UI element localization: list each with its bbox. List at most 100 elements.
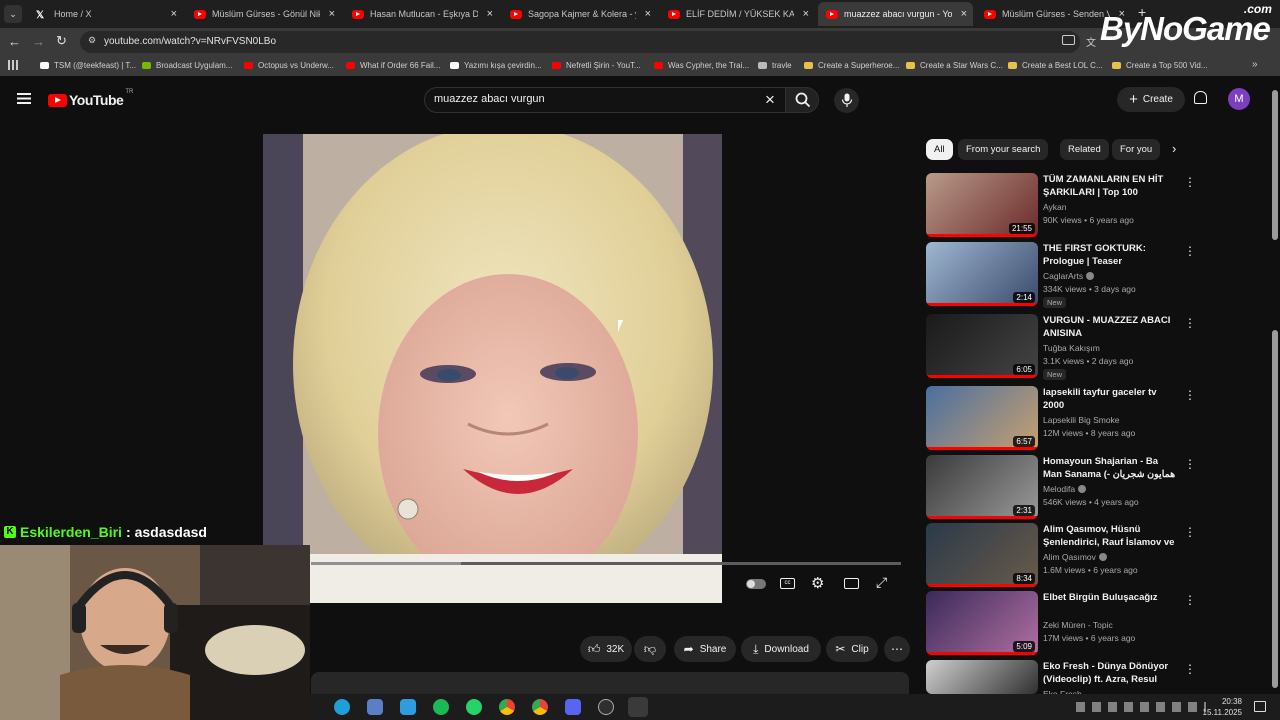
tab-close-icon[interactable]: × [329, 8, 335, 20]
channel-name[interactable]: Melodifa [1043, 484, 1087, 494]
video-frame[interactable] [263, 134, 722, 603]
more-vertical-icon[interactable]: ⋮ [1184, 662, 1196, 676]
video-title[interactable]: Elbet Birgün Buluşacağız [1043, 592, 1179, 605]
more-actions-button[interactable]: ⋯ [884, 636, 910, 662]
bookmarks-overflow-icon[interactable]: » [1252, 59, 1258, 70]
channel-name[interactable]: Zeki Müren - Topic [1043, 620, 1113, 630]
voice-search-button[interactable] [834, 88, 859, 113]
description-box[interactable] [311, 672, 909, 694]
filter-chip[interactable]: Related [1060, 139, 1109, 160]
bookmark-item[interactable]: Was Cypher, the Trai... [654, 61, 749, 70]
bookmark-item[interactable]: Create a Top 500 Vid... [1112, 61, 1208, 70]
browser-tab[interactable]: ELİF DEDİM / YÜKSEK KALİTE S × [660, 2, 815, 26]
browser-tab[interactable]: Müslüm Gürses - Gönül Nikahı × [186, 2, 341, 26]
recommended-video[interactable]: 21:55 TÜM ZAMANLARIN EN HİT ŞARKILARI | T… [926, 173, 1256, 237]
bookmark-item[interactable]: TSM (@teekfeast) | T... [40, 61, 136, 70]
video-thumbnail[interactable]: 2:31 [926, 455, 1038, 519]
video-thumbnail[interactable]: 6:05 [926, 314, 1038, 378]
channel-name[interactable]: Lapsekili Big Smoke [1043, 415, 1120, 425]
bookmark-item[interactable]: Create a Best LOL C... [1008, 61, 1103, 70]
back-icon[interactable]: ← [8, 34, 21, 49]
video-thumbnail[interactable]: 5:09 [926, 591, 1038, 655]
address-bar[interactable]: ⚙ youtube.com/watch?v=NRvFVSN0LBo [80, 31, 1080, 53]
more-vertical-icon[interactable]: ⋮ [1184, 175, 1196, 189]
recommended-video[interactable]: 6:57 lapsekili tayfur gaceler tv 2000 Laps… [926, 386, 1256, 450]
whatsapp-icon[interactable] [466, 699, 482, 715]
video-title[interactable]: Alim Qasımov, Hüsnü Şenlendirici, Rauf İ… [1043, 524, 1179, 549]
more-vertical-icon[interactable]: ⋮ [1184, 457, 1196, 471]
subtitles-icon[interactable]: cc [780, 578, 795, 589]
page-scrollbar[interactable] [1272, 90, 1278, 240]
settings-gear-icon[interactable]: ⚙ [811, 574, 824, 592]
clear-search-icon[interactable]: × [765, 90, 775, 110]
bookmark-item[interactable]: Nefretli Şirin - YouT... [552, 61, 641, 70]
apps-grid-icon[interactable] [8, 60, 18, 70]
recommended-video[interactable]: 8:34 Alim Qasımov, Hüsnü Şenlendirici, Ra… [926, 523, 1256, 587]
video-thumbnail[interactable]: 6:57 [926, 386, 1038, 450]
recommended-video[interactable]: 6:05 VURGUN - MUAZZEZ ABACI ANISINA Tuğba … [926, 314, 1256, 380]
video-thumbnail[interactable]: 21:55 [926, 173, 1038, 237]
video-title[interactable]: lapsekili tayfur gaceler tv 2000 [1043, 387, 1179, 412]
system-clock[interactable]: 20:38 15.11.2025 [1203, 696, 1242, 718]
browser-tab[interactable]: 𝕏 Home / X × [28, 2, 183, 26]
forward-icon[interactable]: → [32, 34, 45, 49]
search-button[interactable] [785, 87, 819, 113]
discord-icon[interactable] [565, 699, 581, 715]
video-title[interactable]: THE FIRST GOKTURK: Prologue | Teaser [1043, 243, 1179, 268]
tab-close-icon[interactable]: × [645, 8, 651, 20]
menu-icon[interactable] [17, 93, 31, 104]
obs-icon[interactable] [598, 699, 614, 715]
notifications-bell-icon[interactable] [1194, 91, 1207, 104]
dislike-button[interactable]: 👎︎ [634, 636, 666, 662]
filter-chip[interactable]: All [926, 139, 953, 160]
video-title[interactable]: TÜM ZAMANLARIN EN HİT ŞARKILARI | Top 10… [1043, 174, 1179, 199]
bookmark-item[interactable]: Yazımı kışa çevirdin... [450, 61, 542, 70]
avatar[interactable]: M [1228, 88, 1250, 110]
notifications-icon[interactable] [1254, 701, 1266, 712]
youtube-logo[interactable]: YouTube TR [48, 89, 133, 108]
clip-button[interactable]: ✂ Clip [826, 636, 878, 662]
chips-next-icon[interactable]: › [1172, 141, 1176, 156]
photos-icon[interactable] [400, 699, 416, 715]
tab-search-button[interactable]: ⌄ [4, 5, 22, 23]
channel-name[interactable]: Alim Qasımov [1043, 552, 1107, 562]
video-thumbnail[interactable]: 8:34 [926, 523, 1038, 587]
like-button[interactable]: 👍︎ 32K [580, 636, 632, 662]
tab-close-icon[interactable]: × [803, 8, 809, 20]
more-vertical-icon[interactable]: ⋮ [1184, 593, 1196, 607]
cast-icon[interactable] [1062, 35, 1075, 45]
tab-close-icon[interactable]: × [487, 8, 493, 20]
file-app-icon[interactable] [367, 699, 383, 715]
chrome-icon[interactable] [499, 699, 515, 715]
more-vertical-icon[interactable]: ⋮ [1184, 244, 1196, 258]
more-vertical-icon[interactable]: ⋮ [1184, 316, 1196, 330]
video-thumbnail[interactable] [926, 660, 1038, 694]
video-title[interactable]: Homayoun Shajarian - Ba Man Sanama (- هم… [1043, 456, 1179, 481]
video-thumbnail[interactable]: 2:14 [926, 242, 1038, 306]
bookmark-item[interactable]: Broadcast Uygulam... [142, 61, 232, 70]
more-vertical-icon[interactable]: ⋮ [1184, 525, 1196, 539]
site-info-icon[interactable]: ⚙ [88, 35, 96, 46]
video-progress-bar[interactable] [311, 562, 901, 565]
tab-close-icon[interactable]: × [171, 8, 177, 20]
bookmark-item[interactable]: Octopus vs Underw... [244, 61, 334, 70]
filter-chip[interactable]: For you [1112, 139, 1161, 160]
tray-icons[interactable] [1076, 702, 1206, 712]
filter-chip[interactable]: From your search [958, 139, 1049, 160]
fullscreen-icon[interactable]: ⤢ [876, 574, 887, 591]
browser-tab[interactable]: muazzez abacı vurgun - Yo × [818, 2, 973, 26]
create-button[interactable]: + Create [1117, 87, 1185, 112]
channel-name[interactable]: CaglarArts [1043, 271, 1095, 281]
bookmark-item[interactable]: Create a Star Wars C... [906, 61, 1003, 70]
browser-tab[interactable]: Hasan Mutlucan - Eşkıya Dünya × [344, 2, 499, 26]
share-button[interactable]: ➦ Share [674, 636, 736, 662]
sidebar-scrollbar[interactable] [1272, 330, 1278, 688]
reload-icon[interactable]: ↻ [56, 33, 67, 49]
channel-name[interactable]: Aykan [1043, 202, 1066, 212]
bookmark-item[interactable]: Create a Superheroe... [804, 61, 899, 70]
autoplay-toggle[interactable] [746, 579, 766, 589]
chrome-active-icon[interactable] [628, 697, 648, 717]
channel-name[interactable]: Tuğba Kakışım [1043, 343, 1100, 353]
theater-mode-icon[interactable] [844, 578, 859, 589]
spotify-icon[interactable] [433, 699, 449, 715]
